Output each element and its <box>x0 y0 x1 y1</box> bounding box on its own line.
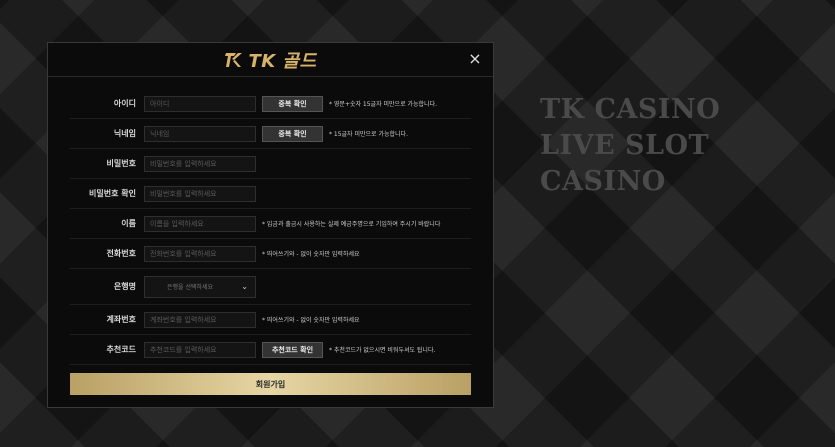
nickname-check-button[interactable]: 중복 확인 <box>262 125 323 142</box>
id-hint: * 영문+숫자 15글자 미만으로 가능합니다. <box>329 101 437 108</box>
password-confirm-label: 비밀번호 확인 <box>89 189 136 198</box>
bank-label: 은행명 <box>113 282 136 291</box>
nickname-input[interactable] <box>144 125 256 142</box>
background-banner: TK CASINO LIVE SLOT CASINO <box>540 92 835 200</box>
signup-form: 아이디 중복 확인 * 영문+숫자 15글자 미만으로 가능합니다. 닉네임 중… <box>48 77 493 395</box>
account-input[interactable] <box>144 311 256 328</box>
row-referral: 추천코드 추천코드 확인 * 추천코드가 없으시면 비워두셔도 됩니다. <box>70 335 471 365</box>
name-input[interactable] <box>144 215 256 232</box>
password-input[interactable] <box>144 155 256 172</box>
phone-label: 전화번호 <box>106 249 136 258</box>
nickname-hint: * 15글자 미만으로 가능합니다. <box>329 131 408 138</box>
signup-submit-button[interactable]: 회원가입 <box>70 373 471 395</box>
row-password: 비밀번호 <box>70 149 471 179</box>
banner-line-2: LIVE SLOT CASINO <box>540 130 710 197</box>
row-account: 계좌번호 * 띄어쓰기와 - 없이 숫자만 입력하세요 <box>70 305 471 335</box>
row-bank: 은행명 은행을 선택하세요 ⌄ <box>70 269 471 305</box>
id-check-button[interactable]: 중복 확인 <box>262 95 323 112</box>
row-phone: 전화번호 * 띄어쓰기와 - 없이 숫자만 입력하세요 <box>70 239 471 269</box>
account-hint: * 띄어쓰기와 - 없이 숫자만 입력하세요 <box>262 317 360 324</box>
logo-text: TK 골드 <box>248 50 317 72</box>
name-label: 이름 <box>121 219 136 228</box>
referral-hint: * 추천코드가 없으시면 비워두셔도 됩니다. <box>329 347 436 354</box>
referral-input[interactable] <box>144 341 256 358</box>
chevron-down-icon: ⌄ <box>241 282 248 291</box>
close-icon[interactable]: × <box>466 49 484 69</box>
row-id: 아이디 중복 확인 * 영문+숫자 15글자 미만으로 가능합니다. <box>70 89 471 119</box>
logo: TK 골드 <box>224 47 316 73</box>
referral-check-button[interactable]: 추천코드 확인 <box>262 341 323 358</box>
phone-hint: * 띄어쓰기와 - 없이 숫자만 입력하세요 <box>262 251 360 258</box>
banner-line-1: TK CASINO <box>540 94 721 125</box>
referral-label: 추천코드 <box>106 345 136 354</box>
name-hint: * 입금과 출금시 사용하는 실제 예금주명으로 기입하여 주시기 바랍니다 <box>262 221 441 228</box>
row-password-confirm: 비밀번호 확인 <box>70 179 471 209</box>
id-input[interactable] <box>144 95 256 112</box>
row-nickname: 닉네임 중복 확인 * 15글자 미만으로 가능합니다. <box>70 119 471 149</box>
bank-select[interactable]: 은행을 선택하세요 ⌄ <box>144 275 256 298</box>
bank-select-value: 은행을 선택하세요 <box>167 284 214 291</box>
modal-header: TK 골드 × <box>48 43 493 77</box>
account-label: 계좌번호 <box>106 315 136 324</box>
password-confirm-input[interactable] <box>144 185 256 202</box>
phone-input[interactable] <box>144 245 256 262</box>
signup-modal: TK 골드 × 아이디 중복 확인 * 영문+숫자 15글자 미만으로 가능합니… <box>47 42 494 408</box>
password-label: 비밀번호 <box>106 159 136 168</box>
tk-logo-icon <box>225 52 243 67</box>
nickname-label: 닉네임 <box>113 129 136 138</box>
id-label: 아이디 <box>113 99 136 108</box>
row-name: 이름 * 입금과 출금시 사용하는 실제 예금주명으로 기입하여 주시기 바랍니… <box>70 209 471 239</box>
